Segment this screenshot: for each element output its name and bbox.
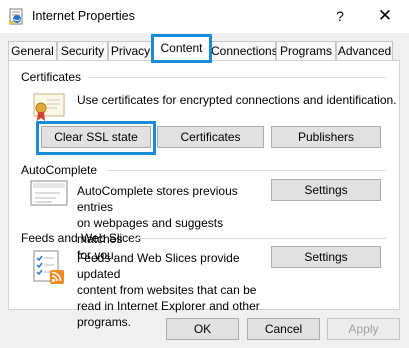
feeds-description-line: Feeds and Web Slices provide updated	[77, 251, 240, 281]
feeds-divider	[133, 238, 387, 239]
publishers-button[interactable]: Publishers	[271, 126, 381, 148]
feeds-icon	[32, 249, 68, 285]
feeds-settings-button[interactable]: Settings	[271, 246, 381, 268]
internet-options-icon	[8, 8, 25, 25]
feeds-description-line: content from websites that can be	[77, 283, 257, 297]
certificates-description: Use certificates for encrypted connectio…	[77, 93, 397, 107]
autocomplete-description-line: AutoComplete stores previous entries	[77, 184, 238, 214]
cancel-button[interactable]: Cancel	[247, 318, 320, 340]
apply-button[interactable]: Apply	[327, 318, 400, 340]
tab-advanced[interactable]: Advanced	[336, 41, 393, 60]
tab-programs[interactable]: Programs	[276, 41, 336, 60]
tab-connections[interactable]: Connections	[210, 41, 278, 60]
autocomplete-divider	[107, 170, 387, 171]
window-title: Internet Properties	[32, 9, 135, 23]
feeds-description-line: read in Internet Explorer and other	[77, 299, 260, 313]
autocomplete-group-title: AutoComplete	[21, 163, 98, 177]
autocomplete-icon	[30, 180, 68, 206]
tab-privacy[interactable]: Privacy	[108, 41, 153, 60]
close-button[interactable]: ✕	[370, 5, 400, 27]
tab-general[interactable]: General	[8, 41, 57, 60]
certificates-group-title: Certificates	[21, 70, 82, 84]
certificates-divider	[89, 77, 387, 78]
certificates-button[interactable]: Certificates	[157, 126, 264, 148]
autocomplete-settings-button[interactable]: Settings	[271, 179, 381, 201]
help-button[interactable]: ?	[327, 5, 353, 27]
tab-security[interactable]: Security	[57, 41, 108, 60]
tab-content-highlight	[151, 34, 212, 63]
ok-button[interactable]: OK	[166, 318, 239, 340]
certificate-icon	[33, 92, 67, 124]
clear-ssl-state-highlight	[36, 121, 156, 155]
feeds-group-title: Feeds and Web Slices	[21, 231, 141, 245]
